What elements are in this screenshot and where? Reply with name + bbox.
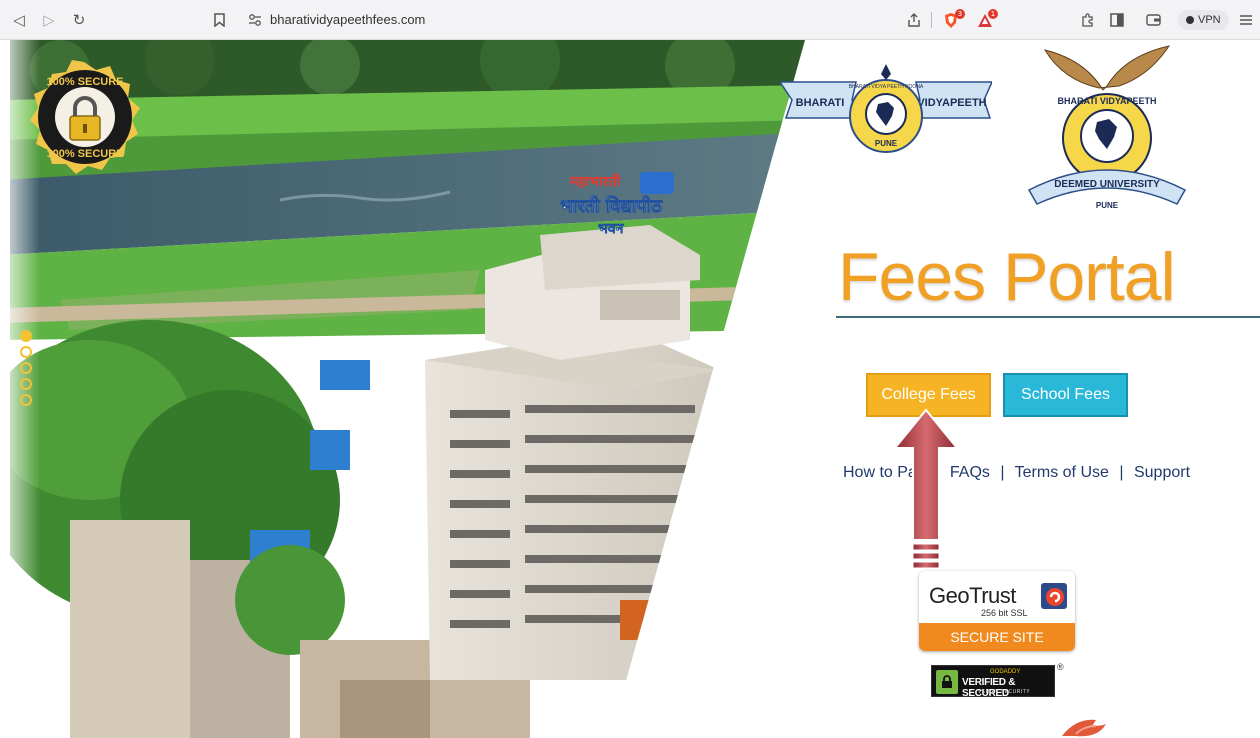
du-logo-pune-text: PUNE [1096,201,1119,210]
seal-top-text: 100% SECURE [46,76,123,88]
bv-logo-pune-text: PUNE [875,139,898,148]
pointer-arrow-icon [893,408,959,569]
building-sign-line-1: महाभारती [569,173,622,190]
building-sign-line-2: भारती विद्यापीठ [560,195,663,217]
alert-count-badge: 1 [988,9,998,19]
campus-aerial-photo: महाभारती भारती विद्यापीठ भवन 100% SECURE… [10,40,805,738]
vpn-button[interactable]: VPN [1178,10,1229,30]
carousel-dot[interactable] [20,362,32,374]
bv-logo-ring-text: BHARATI VIDYA PEETH POONA [849,84,924,90]
school-fees-button[interactable]: School Fees [1003,373,1128,417]
godaddy-brand: GODADDY [990,669,1021,675]
forward-icon[interactable]: ▷ [38,0,60,40]
carousel-dot[interactable] [20,378,32,390]
du-logo-arc-text: BHARATI VIDYAPEETH [1057,96,1156,106]
shield-count-badge: 3 [955,9,965,19]
link-separator: | [1000,464,1005,481]
page-title: Fees Portal [838,239,1176,315]
support-link[interactable]: Support [1134,464,1190,481]
bv-logo-left-text: BHARATI [796,97,845,109]
site-settings-icon[interactable] [246,0,264,40]
vpn-status-icon [1186,16,1194,24]
registered-mark: ® [1057,662,1064,672]
carousel-dot[interactable] [20,394,32,406]
rewards-alert-icon[interactable] [974,0,996,40]
share-icon[interactable] [904,0,924,40]
geotrust-subtext: 256 bit SSL [981,608,1028,618]
geotrust-name: GeoTrust [929,583,1016,608]
reload-icon[interactable]: ↻ [68,0,90,40]
geotrust-mark-icon [1041,583,1067,609]
decorative-bird-icon [1062,719,1106,737]
carousel-dot[interactable] [20,346,32,358]
carousel-pagination [20,330,32,406]
title-divider [836,316,1260,318]
brave-shield-icon[interactable] [940,0,962,40]
du-logo-ribbon-text: DEEMED UNIVERSITY [1054,179,1160,190]
godaddy-lock-icon [936,670,958,694]
toolbar-divider [931,12,932,28]
wallet-icon[interactable] [1142,0,1164,40]
godaddy-verified-text: VERIFIED & SECURED [962,677,1016,699]
geotrust-ssl-badge[interactable]: GeoTrust 256 bit SSL SECURE SITE [919,571,1075,651]
bookmark-icon[interactable] [210,0,228,40]
menu-icon[interactable] [1236,0,1256,40]
back-icon[interactable]: ◁ [8,0,30,40]
geotrust-secure-site-bar: SECURE SITE [919,623,1075,651]
building-sign-emblem [640,172,674,194]
secure-seal: 100% SECURE 100% SECURE [30,60,140,174]
browser-toolbar: ◁ ▷ ↻ bharatividyapeethfees.com 3 1 VPN [0,0,1260,40]
address-bar-url[interactable]: bharatividyapeethfees.com [270,12,425,27]
hero-carousel: महाभारती भारती विद्यापीठ भवन 100% SECURE… [0,40,810,738]
sidebar-icon[interactable] [1106,0,1128,40]
link-separator: | [1119,464,1124,481]
vpn-label: VPN [1198,14,1221,26]
carousel-dot[interactable] [20,330,32,342]
building-sign-line-3: भवन [598,221,625,237]
seal-bottom-text: 100% SECURE [46,148,123,160]
godaddy-verify-text: VERIFY SECURITY [978,689,1031,695]
terms-of-use-link[interactable]: Terms of Use [1015,464,1109,481]
deemed-university-logo: BHARATI VIDYAPEETH DEEMED UNIVERSITY PUN… [1027,45,1187,210]
godaddy-verified-badge[interactable]: GODADDY VERIFIED & SECURED VERIFY SECURI… [931,665,1055,699]
bharati-vidyapeeth-logo: BHARATI VIDYAPEETH PUNE BHARATI VIDYA PE… [780,64,992,153]
bv-logo-right-text: VIDYAPEETH [917,97,986,109]
extensions-icon[interactable] [1076,0,1098,40]
